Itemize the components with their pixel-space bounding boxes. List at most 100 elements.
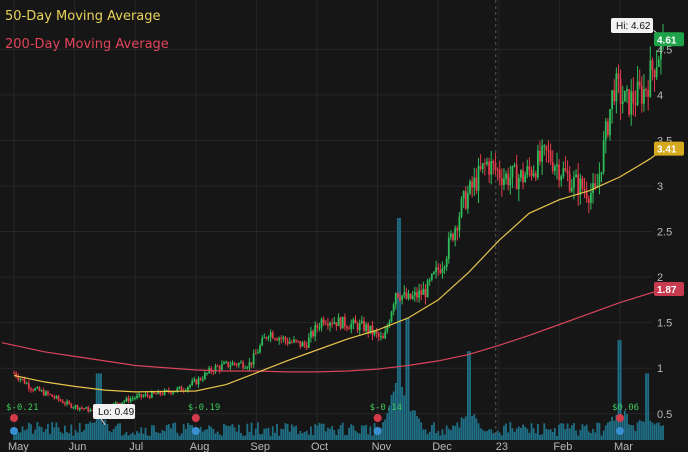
candle-body: [541, 145, 544, 162]
candle-body: [413, 292, 416, 296]
volume-bar: [513, 431, 516, 440]
candle-body: [47, 391, 49, 394]
candle-body: [528, 166, 531, 170]
volume-bar: [443, 434, 446, 440]
volume-bar: [240, 433, 242, 440]
volume-bar: [110, 432, 113, 440]
candle-body: [363, 320, 365, 331]
volume-bar: [57, 427, 60, 440]
volume-bar: [125, 431, 128, 440]
candle-body: [320, 319, 323, 328]
candle-body: [189, 384, 191, 388]
candle-body: [314, 325, 317, 337]
volume-bar: [231, 424, 234, 440]
volume-bar: [146, 435, 149, 440]
candle-body: [619, 79, 622, 104]
candle-body: [488, 161, 491, 175]
candle-body: [403, 292, 406, 296]
volume-bar: [34, 429, 37, 440]
candle-body: [123, 400, 126, 403]
candle-body: [600, 171, 603, 175]
volume-bar: [269, 435, 272, 440]
volume-bar: [314, 424, 317, 440]
volume-bar: [199, 426, 202, 440]
candle-body: [78, 407, 81, 410]
volume-bar: [528, 432, 531, 440]
candle-body: [447, 237, 450, 259]
candle-body: [299, 341, 302, 347]
volume-bar: [471, 415, 474, 440]
chart-background: [0, 0, 688, 452]
volume-bar: [422, 429, 425, 440]
volume-bar: [477, 423, 480, 440]
volume-bar: [284, 423, 287, 440]
candle-body: [25, 383, 28, 385]
volume-bar: [252, 435, 255, 440]
candle-body: [341, 316, 344, 329]
volume-bar: [447, 428, 450, 440]
volume-bar: [85, 423, 88, 440]
volume-bar: [153, 425, 155, 440]
volume-bar: [150, 425, 153, 440]
candle-body: [68, 401, 71, 404]
candle-body: [551, 161, 554, 171]
candle-body: [645, 88, 647, 91]
candle-body: [220, 364, 223, 370]
volume-bar: [530, 423, 533, 440]
volume-bar: [553, 428, 556, 440]
volume-bar: [509, 422, 512, 440]
candle-body: [343, 316, 346, 327]
y-tick-label: 3: [657, 181, 663, 193]
volume-bar: [545, 428, 548, 440]
volume-bar: [178, 435, 181, 440]
candle-body: [439, 270, 442, 273]
candle-body: [602, 140, 605, 172]
candle-body: [424, 289, 427, 298]
x-tick-label: Aug: [190, 441, 210, 452]
x-tick-label: Sep: [250, 441, 270, 452]
volume-bar: [316, 425, 319, 440]
volume-bar: [121, 435, 124, 440]
candle-body: [114, 402, 117, 404]
candle-body: [203, 372, 206, 380]
volume-bar: [360, 425, 363, 440]
volume-bar: [66, 432, 68, 440]
candle-body: [486, 161, 488, 165]
volume-bar: [473, 414, 476, 440]
candle-body: [539, 150, 541, 162]
volume-bar: [70, 424, 73, 440]
volume-bar: [257, 422, 259, 440]
volume-bar: [403, 395, 406, 440]
volume-bar: [500, 435, 503, 440]
candle-body: [74, 405, 77, 408]
volume-bar: [386, 412, 389, 440]
candle-body: [263, 337, 266, 339]
volume-bar: [460, 417, 463, 440]
volume-bar: [307, 434, 310, 440]
candle-body: [193, 379, 196, 382]
volume-bar: [428, 431, 431, 440]
candle-body: [295, 339, 297, 341]
volume-bar: [112, 428, 115, 440]
volume-bar: [19, 432, 22, 440]
volume-bar: [371, 435, 374, 440]
candle-body: [464, 191, 467, 209]
volume-bar: [579, 429, 582, 440]
candle-body: [430, 273, 433, 280]
volume-bar: [505, 423, 507, 440]
candle-body: [615, 73, 618, 102]
candle-body: [428, 279, 431, 281]
candle-body: [405, 292, 408, 299]
candle-body: [549, 150, 552, 162]
candle-body: [647, 90, 650, 97]
volume-bar: [159, 433, 162, 440]
volume-bar: [466, 351, 469, 440]
candle-body: [329, 323, 331, 326]
candle-body: [23, 378, 26, 384]
volume-bar: [72, 435, 75, 440]
volume-bar: [106, 423, 109, 440]
volume-bar: [358, 433, 361, 440]
candle-body: [288, 342, 291, 344]
candle-body: [140, 394, 143, 397]
x-tick-label: Nov: [372, 441, 392, 452]
